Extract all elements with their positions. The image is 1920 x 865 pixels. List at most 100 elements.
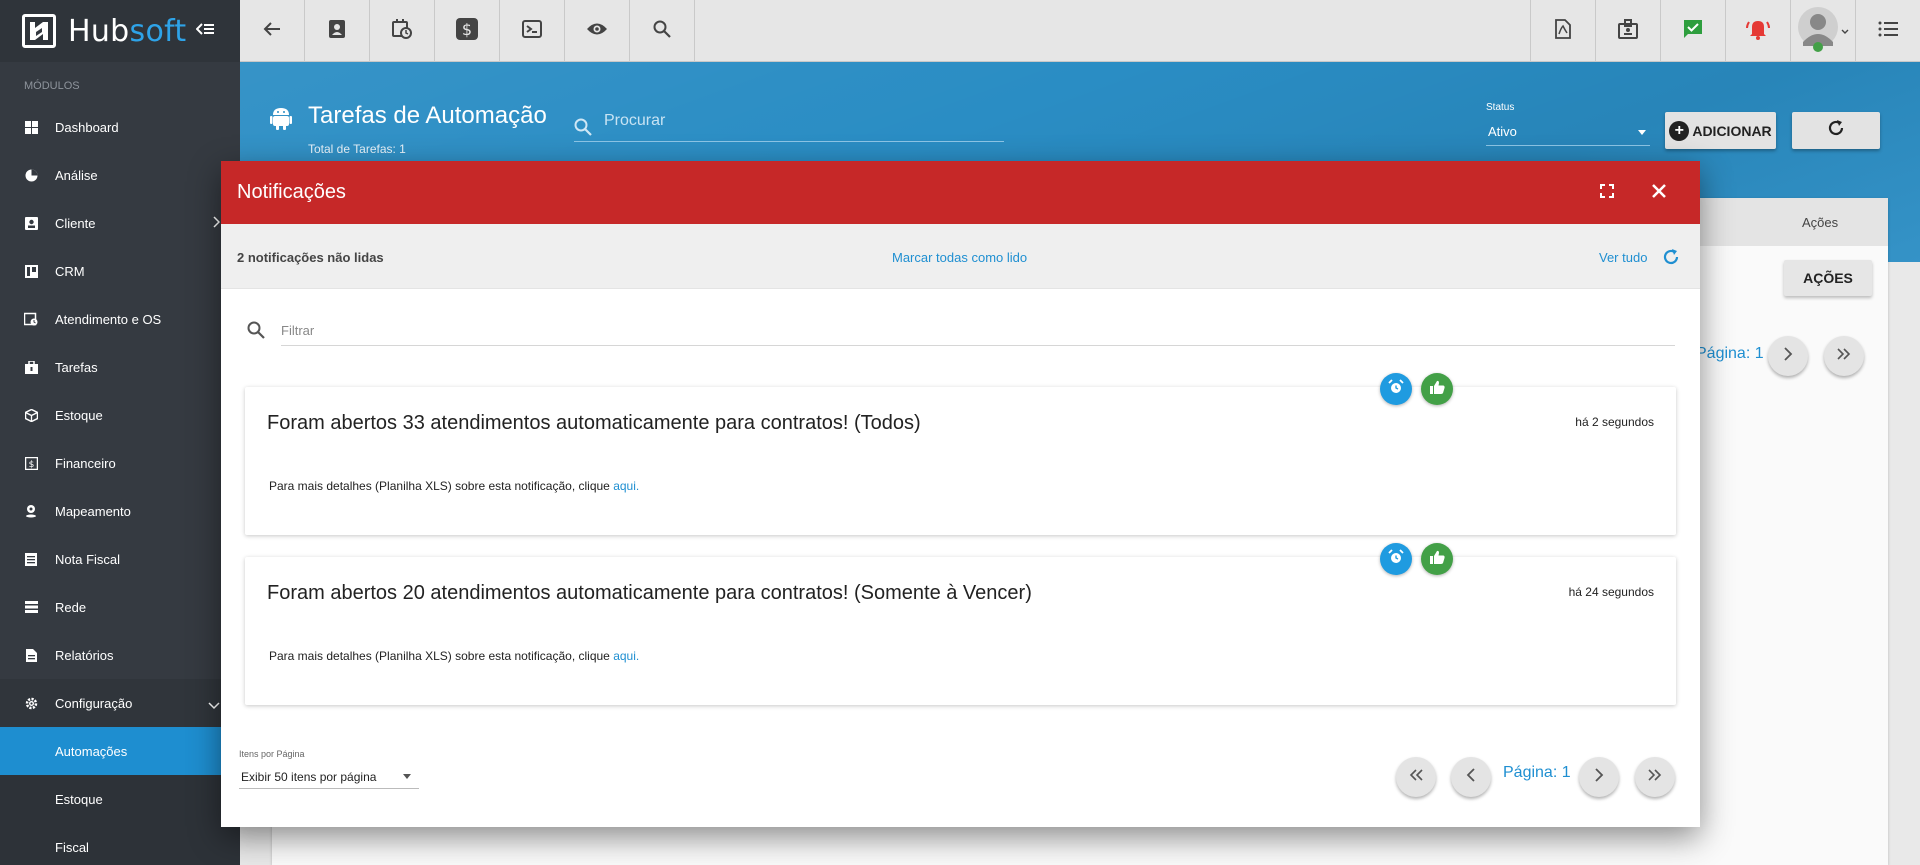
snooze-button[interactable] bbox=[1380, 373, 1412, 405]
money-icon: $ bbox=[24, 456, 38, 470]
sidebar-item-label: CRM bbox=[55, 263, 85, 279]
menu-list-icon bbox=[1878, 21, 1898, 42]
status-label: Status bbox=[1486, 102, 1515, 113]
contacts-button[interactable] bbox=[305, 0, 370, 62]
sidebar-subitem-automacoes[interactable]: Automações bbox=[0, 727, 240, 775]
like-button[interactable] bbox=[1421, 543, 1453, 575]
acoes-button[interactable]: AÇÕES bbox=[1784, 260, 1872, 296]
notifications-summary-bar: 2 notificações não lidas Marcar todas co… bbox=[221, 224, 1700, 289]
last-page-button[interactable] bbox=[1824, 336, 1864, 376]
alarm-icon bbox=[1388, 548, 1404, 570]
see-all-link[interactable]: Ver tudo bbox=[1599, 250, 1647, 265]
sidebar-header: Hubsoft bbox=[0, 0, 240, 62]
last-page-button[interactable] bbox=[1635, 757, 1675, 797]
sidebar-item-label: Relatórios bbox=[55, 647, 114, 663]
notifications-button[interactable] bbox=[1725, 0, 1790, 62]
notification-body: Para mais detalhes (Planilha XLS) sobre … bbox=[269, 479, 639, 493]
gear-icon bbox=[24, 696, 38, 710]
pdf-button[interactable] bbox=[1530, 0, 1595, 62]
sidebar-item-analise[interactable]: Análise bbox=[0, 151, 240, 199]
thumbs-up-icon bbox=[1429, 550, 1445, 569]
finance-button[interactable]: $ bbox=[435, 0, 500, 62]
dialog-title: Notificações bbox=[237, 181, 346, 203]
first-page-button[interactable] bbox=[1396, 757, 1436, 797]
refresh-button[interactable] bbox=[1792, 112, 1880, 149]
refresh-notifications-icon[interactable] bbox=[1662, 248, 1680, 271]
sidebar-subitem-fiscal[interactable]: Fiscal bbox=[0, 823, 240, 865]
details-link[interactable]: aqui. bbox=[613, 479, 639, 493]
side-menu-button[interactable] bbox=[1855, 0, 1920, 62]
sidebar-item-dashboard[interactable]: Dashboard bbox=[0, 103, 240, 151]
sidebar-item-financeiro[interactable]: $ Financeiro bbox=[0, 439, 240, 487]
calendar-clock-icon bbox=[392, 18, 412, 44]
sidebar-item-cliente[interactable]: Cliente bbox=[0, 199, 240, 247]
pdf-file-icon bbox=[1555, 18, 1571, 44]
mark-all-read-link[interactable]: Marcar todas como lido bbox=[892, 250, 1027, 265]
search-input[interactable] bbox=[604, 112, 1004, 130]
previous-page-button[interactable] bbox=[1451, 757, 1491, 797]
chevron-right-icon bbox=[212, 216, 221, 231]
sidebar-item-estoque[interactable]: Estoque bbox=[0, 391, 240, 439]
badge-button[interactable] bbox=[1595, 0, 1660, 62]
next-page-button[interactable] bbox=[1768, 336, 1808, 376]
chat-check-icon bbox=[1683, 19, 1703, 44]
search-button[interactable] bbox=[630, 0, 695, 62]
sidebar-item-configuracao[interactable]: Configuração bbox=[0, 679, 240, 727]
chat-check-button[interactable] bbox=[1660, 0, 1725, 62]
sidebar-item-mapeamento[interactable]: Mapeamento bbox=[0, 487, 240, 535]
close-button[interactable] bbox=[1645, 179, 1673, 207]
notification-title: Foram abertos 33 atendimentos automatica… bbox=[267, 412, 921, 434]
sidebar-item-nota-fiscal[interactable]: Nota Fiscal bbox=[0, 535, 240, 583]
details-link[interactable]: aqui. bbox=[613, 649, 639, 663]
sidebar-item-label: Nota Fiscal bbox=[55, 551, 121, 567]
sidebar-item-relatorios[interactable]: Relatórios bbox=[0, 631, 240, 679]
filter-field[interactable] bbox=[247, 313, 1675, 346]
network-icon bbox=[24, 600, 38, 614]
next-page-button[interactable] bbox=[1579, 757, 1619, 797]
sidebar-item-crm[interactable]: CRM bbox=[0, 247, 240, 295]
chevron-right-icon bbox=[1783, 346, 1793, 366]
chevron-left-icon bbox=[1466, 767, 1476, 787]
filter-input[interactable] bbox=[281, 323, 1661, 338]
double-chevron-left-icon bbox=[1409, 768, 1423, 786]
close-icon bbox=[1651, 183, 1667, 204]
collapse-menu-icon[interactable] bbox=[195, 22, 214, 41]
crm-board-icon bbox=[24, 264, 38, 278]
search-icon bbox=[247, 321, 265, 344]
notifications-dialog: Notificações 2 notificações não lidas Ma… bbox=[221, 161, 1700, 827]
add-button[interactable]: + ADICIONAR bbox=[1665, 112, 1776, 149]
back-button[interactable] bbox=[240, 0, 305, 62]
sidebar-item-tarefas[interactable]: Tarefas bbox=[0, 343, 240, 391]
thumbs-up-icon bbox=[1429, 380, 1445, 399]
sidebar-item-label: Tarefas bbox=[55, 359, 98, 375]
items-per-page-select[interactable]: Exibir 50 itens por página bbox=[239, 761, 419, 789]
view-button[interactable] bbox=[565, 0, 630, 62]
notification-card[interactable]: Foram abertos 33 atendimentos automatica… bbox=[245, 373, 1676, 535]
sidebar-item-rede[interactable]: Rede bbox=[0, 583, 240, 631]
schedule-button[interactable] bbox=[370, 0, 435, 62]
contact-icon bbox=[329, 19, 345, 43]
items-per-page-value: Exibir 50 itens por página bbox=[241, 770, 377, 784]
notification-card[interactable]: Foram abertos 20 atendimentos automatica… bbox=[245, 543, 1676, 705]
sidebar-item-label: Rede bbox=[55, 599, 87, 615]
android-robot-icon bbox=[270, 106, 292, 135]
snooze-button[interactable] bbox=[1380, 543, 1412, 575]
notification-body-text: Para mais detalhes (Planilha XLS) sobre … bbox=[269, 479, 614, 493]
sidebar-item-label: Estoque bbox=[55, 407, 103, 423]
pie-chart-icon bbox=[24, 168, 38, 182]
unread-count: 2 notificações não lidas bbox=[237, 250, 384, 265]
sidebar-item-label: Configuração bbox=[55, 695, 133, 711]
like-button[interactable] bbox=[1421, 373, 1453, 405]
invoice-icon bbox=[24, 552, 38, 566]
sidebar-item-atendimento[interactable]: Atendimento e OS bbox=[0, 295, 240, 343]
svg-text:$: $ bbox=[28, 460, 34, 470]
search-field[interactable] bbox=[574, 112, 1004, 142]
user-menu-button[interactable] bbox=[1790, 0, 1855, 62]
status-select[interactable]: Ativo bbox=[1486, 118, 1650, 146]
terminal-button[interactable] bbox=[500, 0, 565, 62]
sidebar-subitem-estoque[interactable]: Estoque bbox=[0, 775, 240, 823]
fullscreen-button[interactable] bbox=[1593, 179, 1621, 207]
double-chevron-right-icon bbox=[1648, 768, 1662, 786]
box-icon bbox=[24, 408, 38, 422]
eye-icon bbox=[586, 22, 608, 41]
